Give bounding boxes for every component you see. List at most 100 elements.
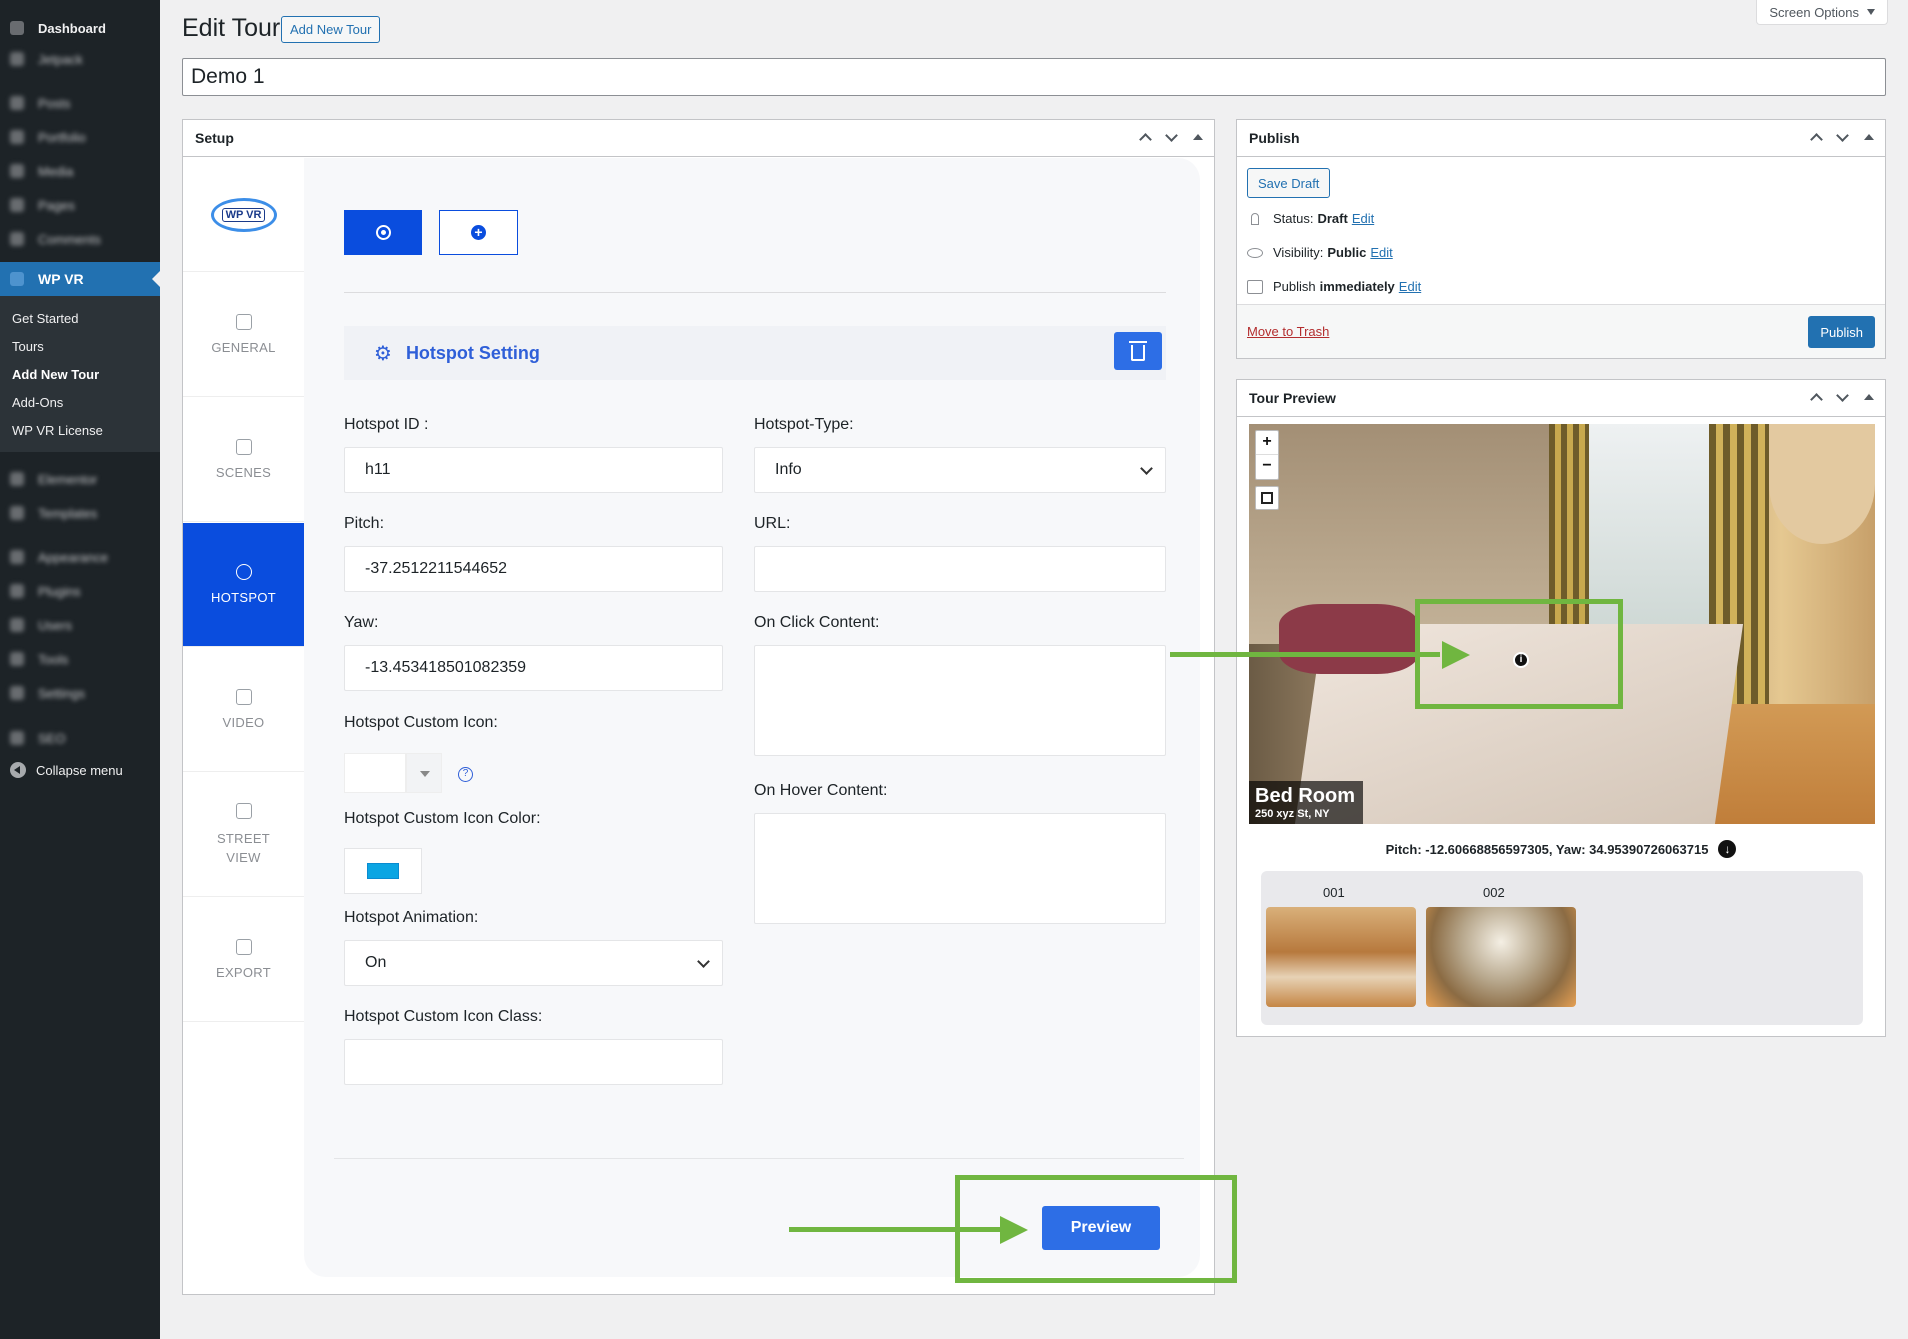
on-hover-content-textarea[interactable]: [754, 813, 1166, 924]
edit-status-link[interactable]: Edit: [1352, 211, 1374, 226]
menu-appearance[interactable]: Appearance: [0, 543, 160, 571]
scene-name: Bed Room: [1255, 785, 1355, 807]
hotspot-item-tab[interactable]: [344, 210, 422, 255]
users-icon: [10, 618, 28, 632]
scene-gallery: 001 002: [1261, 871, 1863, 1025]
hotspot-id-label: Hotspot ID :: [344, 416, 429, 433]
toggle-panel-icon[interactable]: [1190, 129, 1206, 147]
icon-color-label: Hotspot Custom Icon Color:: [344, 810, 541, 827]
tab-scenes[interactable]: SCENES: [183, 398, 304, 522]
custom-icon-picker[interactable]: [344, 753, 406, 793]
setup-box-header: Setup: [183, 120, 1214, 157]
menu-users[interactable]: Users: [0, 611, 160, 639]
move-up-icon[interactable]: [1809, 129, 1825, 147]
divider: [344, 292, 1166, 293]
elementor-icon: [10, 472, 28, 486]
scene-thumbnail-002[interactable]: [1426, 907, 1576, 1007]
move-to-trash-link[interactable]: Move to Trash: [1247, 324, 1329, 339]
menu-seo[interactable]: SEO: [0, 724, 160, 752]
menu-dashboard[interactable]: Dashboard: [0, 14, 160, 42]
menu-posts[interactable]: Posts: [0, 89, 160, 117]
collapse-menu-button[interactable]: Collapse menu: [10, 762, 123, 778]
submenu-add-ons[interactable]: Add-Ons: [0, 388, 160, 416]
hotspot-type-select[interactable]: Info: [754, 447, 1166, 493]
wrench-icon: [10, 652, 28, 666]
menu-elementor[interactable]: Elementor: [0, 465, 160, 493]
scene-title-panel: Bed Room 250 xyz St, NY: [1249, 781, 1363, 824]
screen-options-button[interactable]: Screen Options: [1756, 0, 1888, 25]
submenu-tours[interactable]: Tours: [0, 332, 160, 360]
tab-street-view[interactable]: STREET VIEW: [183, 773, 304, 897]
on-hover-label: On Hover Content:: [754, 782, 888, 799]
move-down-icon[interactable]: [1164, 129, 1180, 147]
icon-class-input[interactable]: [344, 1039, 723, 1085]
yaw-input[interactable]: -13.453418501082359: [344, 645, 723, 691]
wpvr-logo: WP VR: [183, 158, 304, 272]
setup-box-title: Setup: [195, 130, 234, 146]
toggle-panel-icon[interactable]: [1861, 129, 1877, 147]
custom-icon-label: Hotspot Custom Icon:: [344, 714, 498, 731]
publish-time-row: Publish immediately Edit: [1247, 279, 1421, 294]
hotspot-id-input[interactable]: h11: [344, 447, 723, 493]
caret-down-icon: [1867, 9, 1875, 15]
menu-settings[interactable]: Settings: [0, 679, 160, 707]
edit-visibility-link[interactable]: Edit: [1370, 245, 1392, 260]
menu-comments[interactable]: Comments: [0, 225, 160, 253]
media-icon: [10, 164, 28, 178]
move-down-icon[interactable]: [1835, 129, 1851, 147]
tab-hotspot[interactable]: HOTSPOT: [183, 523, 304, 647]
move-up-icon[interactable]: [1809, 389, 1825, 407]
wp-vr-submenu: Get Started Tours Add New Tour Add-Ons W…: [0, 296, 160, 452]
download-arrow-icon[interactable]: ↓: [1718, 840, 1737, 858]
scene-thumbnail-001[interactable]: [1266, 907, 1416, 1007]
edit-publish-time-link[interactable]: Edit: [1399, 279, 1421, 294]
tab-video[interactable]: VIDEO: [183, 648, 304, 772]
toggle-panel-icon[interactable]: [1861, 389, 1877, 407]
tour-title-input[interactable]: [182, 58, 1886, 96]
icon-color-picker[interactable]: [344, 848, 422, 894]
submenu-wp-vr-license[interactable]: WP VR License: [0, 416, 160, 444]
menu-templates[interactable]: Templates: [0, 499, 160, 527]
fullscreen-button[interactable]: [1255, 486, 1279, 510]
scene-address: 250 xyz St, NY: [1255, 808, 1330, 820]
yaw-label: Yaw:: [344, 614, 379, 631]
tour-preview-title: Tour Preview: [1249, 390, 1336, 406]
hotspot-setting-header: ⚙ Hotspot Setting: [344, 326, 1166, 380]
menu-portfolio[interactable]: Portfolio: [0, 123, 160, 151]
submenu-get-started[interactable]: Get Started: [0, 304, 160, 332]
delete-hotspot-button[interactable]: [1114, 332, 1162, 370]
move-down-icon[interactable]: [1835, 389, 1851, 407]
vr-icon: [10, 272, 28, 286]
publish-box: Publish Save Draft Status: Draft Edit Vi…: [1236, 119, 1886, 359]
menu-wp-vr[interactable]: WP VR: [0, 262, 160, 296]
add-hotspot-button[interactable]: +: [439, 210, 518, 255]
animation-select[interactable]: On: [344, 940, 723, 986]
zoom-out-button[interactable]: −: [1256, 455, 1278, 479]
menu-media[interactable]: Media: [0, 157, 160, 185]
custom-icon-dropdown[interactable]: [406, 753, 442, 793]
setup-box: Setup WP VR GENERAL SCENES HOTSPOT VIDEO: [182, 119, 1215, 1295]
publish-button[interactable]: Publish: [1808, 316, 1875, 348]
menu-plugins[interactable]: Plugins: [0, 577, 160, 605]
help-icon[interactable]: ?: [458, 767, 473, 782]
arrow-right-icon: [1442, 641, 1470, 669]
thumbnail-label: 002: [1483, 885, 1505, 900]
tab-export[interactable]: EXPORT: [183, 898, 304, 1022]
move-up-icon[interactable]: [1138, 129, 1154, 147]
brush-icon: [10, 550, 28, 564]
url-input[interactable]: [754, 546, 1166, 592]
menu-tools[interactable]: Tools: [0, 645, 160, 673]
add-new-tour-button[interactable]: Add New Tour: [281, 16, 381, 43]
menu-pages[interactable]: Pages: [0, 191, 160, 219]
zoom-controls: + −: [1255, 430, 1279, 480]
submenu-add-new-tour[interactable]: Add New Tour: [0, 360, 160, 388]
tab-general[interactable]: GENERAL: [183, 273, 304, 397]
zoom-in-button[interactable]: +: [1256, 431, 1278, 455]
save-draft-button[interactable]: Save Draft: [1247, 168, 1331, 198]
pin-icon: [1251, 212, 1259, 225]
on-click-content-textarea[interactable]: [754, 645, 1166, 756]
pitch-input[interactable]: -37.2512211544652: [344, 546, 723, 592]
menu-jetpack[interactable]: Jetpack: [0, 45, 160, 73]
visibility-row: Visibility: Public Edit: [1247, 245, 1393, 260]
gear-icon: ⚙: [374, 342, 392, 365]
